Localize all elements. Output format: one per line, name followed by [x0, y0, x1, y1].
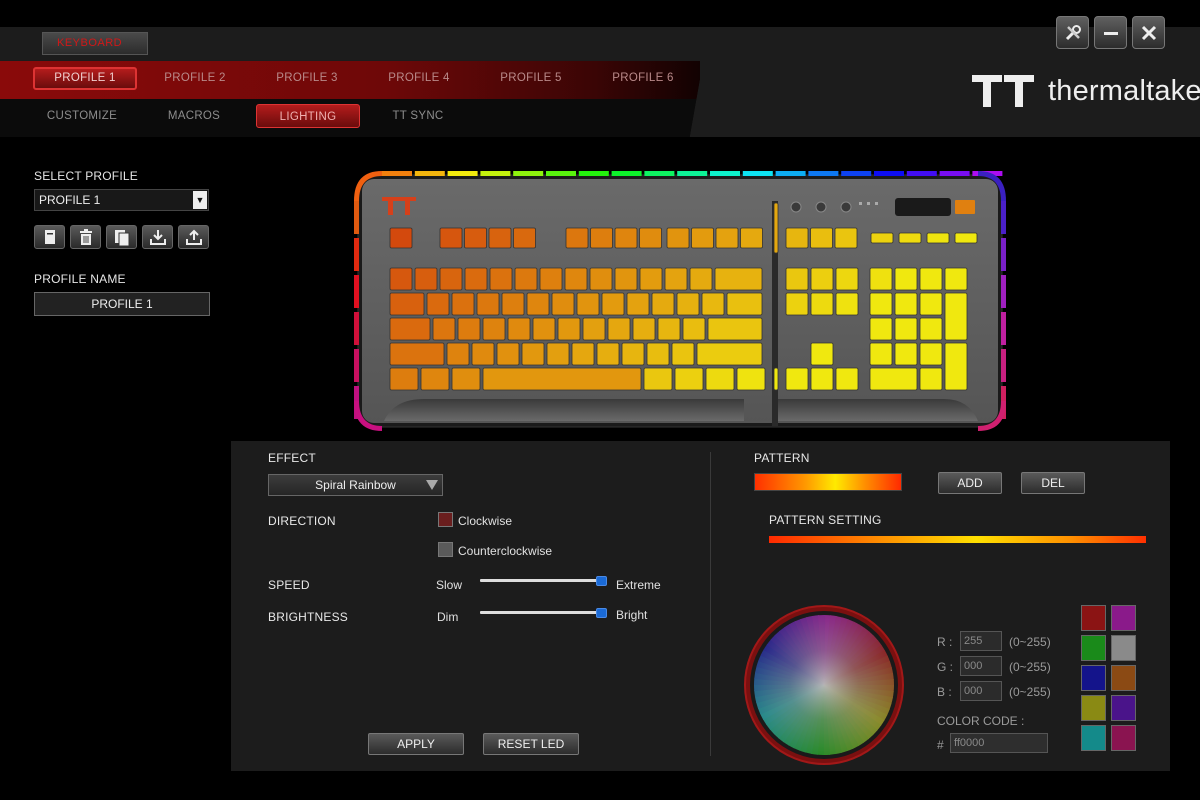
panel-divider	[710, 452, 711, 756]
b-label: B :	[937, 685, 952, 699]
counterclockwise-checkbox[interactable]	[438, 542, 453, 557]
brand-name: thermaltake	[1048, 74, 1200, 107]
color-swatch[interactable]	[1111, 695, 1136, 721]
apply-button[interactable]: APPLY	[368, 733, 464, 755]
speed-label: SPEED	[268, 578, 310, 592]
brightness-max-label: Bright	[616, 608, 648, 622]
brightness-label: BRIGHTNESS	[268, 610, 349, 624]
profile-name-label: PROFILE NAME	[34, 272, 126, 286]
pattern-setting-label: PATTERN SETTING	[769, 513, 882, 527]
color-swatch[interactable]	[1081, 725, 1106, 751]
color-code-input[interactable]: ff0000	[950, 733, 1048, 753]
tab-tt-sync[interactable]: TT SYNC	[366, 104, 470, 128]
speed-min-label: Slow	[436, 578, 463, 592]
brightness-slider[interactable]	[480, 611, 606, 614]
import-profile-button[interactable]	[142, 225, 173, 249]
minimize-icon	[1103, 31, 1118, 35]
profile-dropdown-value: PROFILE 1	[39, 193, 101, 207]
save-profile-button[interactable]	[34, 225, 65, 249]
tab-profile-5[interactable]: PROFILE 5	[479, 67, 583, 90]
effect-dropdown[interactable]: Spiral Rainbow	[268, 474, 443, 496]
color-code-label: COLOR CODE :	[937, 714, 1025, 728]
delete-pattern-button[interactable]: DEL	[1021, 472, 1085, 494]
brand-logo: thermaltake	[972, 73, 1200, 109]
b-range-label: (0~255)	[1009, 685, 1051, 699]
close-button[interactable]	[1132, 16, 1165, 49]
profile-dropdown[interactable]: PROFILE 1 ▼	[34, 189, 209, 211]
pattern-preview[interactable]	[754, 473, 902, 491]
copy-icon	[114, 229, 129, 246]
document-icon	[44, 230, 55, 244]
g-label: G :	[937, 660, 954, 674]
download-icon	[149, 230, 166, 245]
direction-label: DIRECTION	[268, 514, 336, 528]
color-swatch[interactable]	[1111, 725, 1136, 751]
color-swatch[interactable]	[1081, 665, 1106, 691]
speed-max-label: Extreme	[616, 578, 661, 592]
settings-button[interactable]	[1056, 16, 1089, 49]
g-range-label: (0~255)	[1009, 660, 1051, 674]
chevron-down-icon[interactable]: ▼	[193, 191, 207, 209]
color-swatch[interactable]	[1111, 665, 1136, 691]
tt-logo-icon	[972, 75, 1034, 107]
upload-icon	[185, 229, 202, 245]
add-pattern-button[interactable]: ADD	[938, 472, 1002, 494]
brightness-slider-handle[interactable]	[596, 608, 607, 618]
g-input[interactable]: 000	[960, 656, 1002, 676]
effect-label: EFFECT	[268, 451, 316, 465]
effect-dropdown-value: Spiral Rainbow	[315, 478, 396, 492]
b-input[interactable]: 000	[960, 681, 1002, 701]
tab-profile-2[interactable]: PROFILE 2	[143, 67, 247, 90]
minimize-button[interactable]	[1094, 16, 1127, 49]
chevron-down-icon	[426, 480, 438, 490]
r-label: R :	[937, 635, 953, 649]
keyboard-preview	[354, 171, 1006, 431]
tab-customize[interactable]: CUSTOMIZE	[30, 104, 134, 128]
clockwise-checkbox[interactable]	[438, 512, 453, 527]
color-wheel[interactable]	[743, 604, 905, 766]
speed-slider[interactable]	[480, 579, 606, 582]
tab-lighting[interactable]: LIGHTING	[256, 104, 360, 128]
trash-icon	[79, 228, 92, 245]
profile-name-input[interactable]: PROFILE 1	[34, 292, 210, 316]
tab-profile-4[interactable]: PROFILE 4	[367, 67, 471, 90]
pattern-label: PATTERN	[754, 451, 810, 465]
reset-led-button[interactable]: RESET LED	[483, 733, 579, 755]
speed-slider-handle[interactable]	[596, 576, 607, 586]
pattern-gradient-bar[interactable]	[769, 536, 1146, 543]
brightness-min-label: Dim	[437, 610, 459, 624]
tab-profile-1[interactable]: PROFILE 1	[33, 67, 137, 90]
counterclockwise-label: Counterclockwise	[458, 544, 553, 558]
tab-profile-3[interactable]: PROFILE 3	[255, 67, 359, 90]
r-range-label: (0~255)	[1009, 635, 1051, 649]
tab-profile-6[interactable]: PROFILE 6	[591, 67, 695, 90]
color-swatch[interactable]	[1111, 635, 1136, 661]
color-swatch[interactable]	[1081, 695, 1106, 721]
device-tab-keyboard[interactable]: KEYBOARD	[42, 32, 148, 55]
color-swatch[interactable]	[1081, 635, 1106, 661]
delete-profile-button[interactable]	[70, 225, 101, 249]
copy-profile-button[interactable]	[106, 225, 137, 249]
tab-macros[interactable]: MACROS	[142, 104, 246, 128]
wrench-icon	[1065, 24, 1081, 40]
color-swatch[interactable]	[1081, 605, 1106, 631]
select-profile-label: SELECT PROFILE	[34, 169, 138, 183]
close-icon	[1141, 25, 1156, 40]
clockwise-label: Clockwise	[458, 514, 513, 528]
hash-label: #	[937, 738, 944, 752]
color-swatch[interactable]	[1111, 605, 1136, 631]
r-input[interactable]: 255	[960, 631, 1002, 651]
export-profile-button[interactable]	[178, 225, 209, 249]
